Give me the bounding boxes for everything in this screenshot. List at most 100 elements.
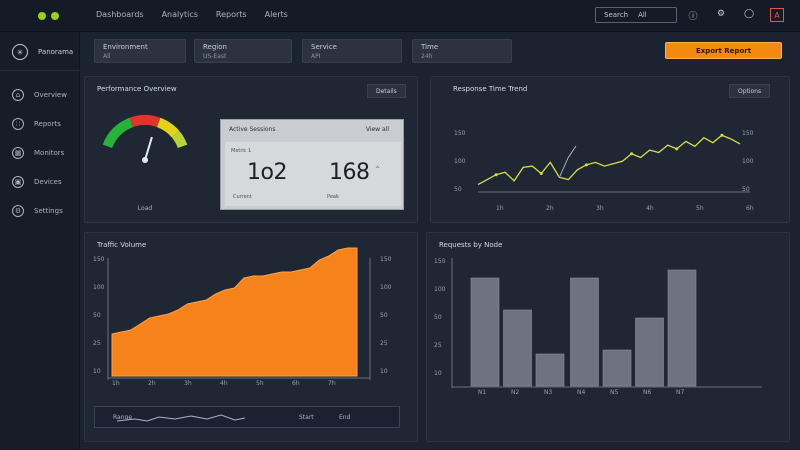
trend-x-tick: 6h <box>746 205 754 212</box>
kpi-value-peak: 168 <box>329 160 370 185</box>
options-button[interactable]: Options <box>729 84 771 98</box>
bar-y-tick: 150 <box>434 258 446 265</box>
trend-x-tick: 4h <box>646 205 654 212</box>
sidebar-item-monitors[interactable]: ▦ Monitors <box>12 138 67 167</box>
status-dot <box>38 12 46 20</box>
top-bar: Dashboards Analytics Reports Alerts Sear… <box>0 0 800 32</box>
sidebar-item-reports[interactable]: ∷ Reports <box>12 109 67 138</box>
export-button[interactable]: Export Report <box>665 42 782 59</box>
trend-panel: Response Time Trend Options <box>430 76 790 223</box>
kpi-view-all-button[interactable]: View all <box>366 126 389 133</box>
filter-value: All <box>103 53 111 60</box>
filter-label: Time <box>421 43 439 51</box>
bar-x-tick: N7 <box>676 389 685 396</box>
trend-x-tick: 3h <box>596 205 604 212</box>
filter-label: Region <box>203 43 227 51</box>
bar-x-tick: N2 <box>511 389 520 396</box>
trend-y-tick-right: 150 <box>742 130 754 137</box>
top-nav: Dashboards Analytics Reports Alerts <box>96 10 288 19</box>
trend-y-tick: 100 <box>454 158 466 165</box>
traffic-y-tick-right: 25 <box>380 340 388 347</box>
traffic-y-tick: 100 <box>93 284 105 291</box>
traffic-x-tick: 4h <box>220 380 228 387</box>
avatar[interactable]: A <box>770 8 784 22</box>
bell-icon[interactable]: ◯ <box>742 9 756 22</box>
monitor-icon: ▦ <box>12 146 24 159</box>
nav-item[interactable]: Alerts <box>265 10 288 19</box>
details-button[interactable]: Details <box>367 84 406 98</box>
traffic-y-tick-right: 100 <box>380 284 392 291</box>
sidebar: ✳ Panorama ⌂ Overview ∷ Reports ▦ Monito… <box>0 32 80 450</box>
traffic-x-tick: 5h <box>256 380 264 387</box>
range-sparkline <box>116 414 246 422</box>
traffic-x-tick: 1h <box>112 380 120 387</box>
trend-x-tick: 1h <box>496 205 504 212</box>
bar-x-tick: N4 <box>577 389 586 396</box>
kpi-card: Active Sessions View all Metric 1 1o2 Cu… <box>220 119 404 210</box>
filter-value: 24h <box>421 53 433 60</box>
traffic-y-tick: 150 <box>93 256 105 263</box>
kpi-foot-peak: Peak <box>327 194 339 200</box>
sidebar-item-label: Monitors <box>34 148 65 157</box>
sidebar-item-label: Settings <box>34 206 63 215</box>
kpi-mark: ^ <box>375 166 381 173</box>
sidebar-item-overview[interactable]: ⌂ Overview <box>12 80 67 109</box>
traffic-y-tick: 50 <box>93 312 101 319</box>
settings-icon[interactable]: ⚙ <box>714 9 728 22</box>
traffic-y-tick-right: 150 <box>380 256 392 263</box>
sidebar-item-label: Overview <box>34 90 67 99</box>
trend-x-tick: 2h <box>546 205 554 212</box>
filter-service[interactable]: Service API <box>302 39 402 63</box>
chart-icon: ∷ <box>12 117 24 130</box>
bar-y-tick: 25 <box>434 342 442 349</box>
nav-item[interactable]: Analytics <box>162 10 198 19</box>
search-filter[interactable]: All <box>638 11 647 19</box>
traffic-y-tick: 25 <box>93 340 101 347</box>
panel-title: Response Time Trend <box>453 85 528 93</box>
filter-label: Service <box>311 43 337 51</box>
traffic-x-tick: 2h <box>148 380 156 387</box>
range-selector[interactable]: Range Start End <box>94 406 400 428</box>
kpi-foot-current: Current <box>233 194 252 200</box>
top-icons: ⓘ ⚙ ◯ <box>686 9 756 22</box>
settings-icon: ⚙ <box>12 204 24 217</box>
sidebar-item-devices[interactable]: ▣ Devices <box>12 167 67 196</box>
sidebar-item-settings[interactable]: ⚙ Settings <box>12 196 67 225</box>
search-input[interactable]: Search All <box>595 7 677 23</box>
nav-item[interactable]: Dashboards <box>96 10 144 19</box>
bar-y-tick: 10 <box>434 370 442 377</box>
trend-y-tick-right: 100 <box>742 158 754 165</box>
traffic-x-tick: 6h <box>292 380 300 387</box>
filter-label: Environment <box>103 43 148 51</box>
traffic-x-tick: 3h <box>184 380 192 387</box>
filter-time[interactable]: Time 24h <box>412 39 512 63</box>
filter-value: US-East <box>203 53 227 60</box>
search-value: Search <box>604 11 629 19</box>
panel-title: Performance Overview <box>97 85 177 93</box>
sidebar-item-label: Devices <box>34 177 62 186</box>
device-icon: ▣ <box>12 175 24 188</box>
traffic-y-tick: 10 <box>93 368 101 375</box>
filter-environment[interactable]: Environment All <box>94 39 186 63</box>
traffic-y-tick-right: 50 <box>380 312 388 319</box>
bar-x-tick: N6 <box>643 389 652 396</box>
bar-y-tick: 50 <box>434 314 442 321</box>
trend-y-tick: 150 <box>454 130 466 137</box>
nav-item[interactable]: Reports <box>216 10 247 19</box>
kpi-caption: Metric 1 <box>231 148 252 154</box>
kpi-inner: Metric 1 1o2 Current 168 ^ Peak <box>225 142 401 206</box>
traffic-y-tick-right: 10 <box>380 368 388 375</box>
trend-y-tick-right: 50 <box>742 186 750 193</box>
sidebar-divider <box>0 70 80 71</box>
kpi-value-current: 1o2 <box>247 160 287 185</box>
panel-title: Requests by Node <box>439 241 503 249</box>
help-icon[interactable]: ⓘ <box>686 9 700 22</box>
trend-y-tick: 50 <box>454 186 462 193</box>
sidebar-item-label: Reports <box>34 119 61 128</box>
status-dot <box>51 12 59 20</box>
brand[interactable]: ✳ Panorama <box>12 44 73 60</box>
bar-panel: Requests by Node <box>426 232 790 442</box>
panel-title: Traffic Volume <box>97 241 147 249</box>
filter-region[interactable]: Region US-East <box>194 39 292 63</box>
traffic-x-tick: 7h <box>328 380 336 387</box>
